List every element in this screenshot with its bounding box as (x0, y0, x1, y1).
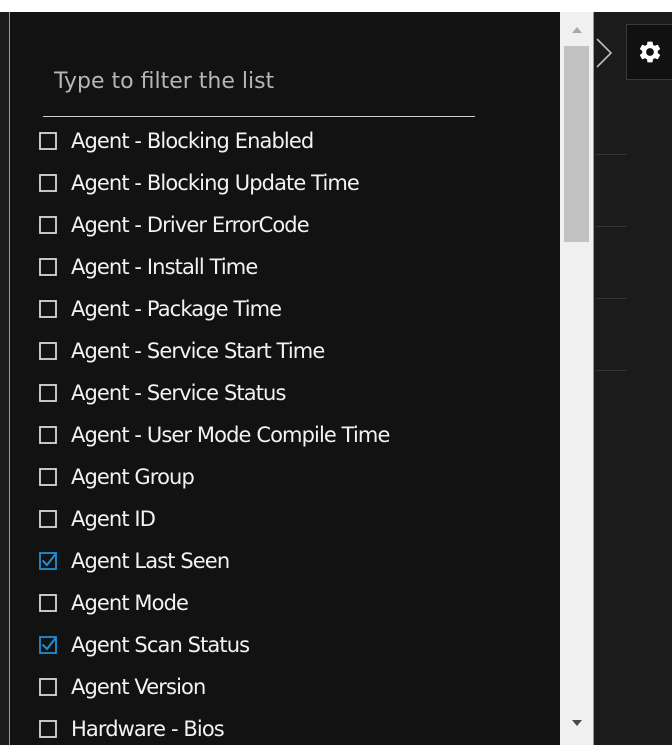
list-item-label: Agent - User Mode Compile Time (71, 423, 390, 447)
list-item-label: Agent Mode (71, 591, 189, 615)
list-item[interactable]: Agent ID (39, 498, 559, 540)
expand-toggle[interactable] (593, 36, 615, 70)
checkbox-icon[interactable] (39, 678, 57, 696)
list-item-label: Agent - Driver ErrorCode (71, 213, 310, 237)
checkbox-icon[interactable] (39, 132, 57, 150)
checkbox-checked-icon[interactable] (39, 552, 57, 570)
checkbox-icon[interactable] (39, 510, 57, 528)
list-item[interactable]: Agent Group (39, 456, 559, 498)
list-item-label: Agent - Blocking Update Time (71, 171, 360, 195)
list-item[interactable]: Agent Last Seen (39, 540, 559, 582)
grid-line (596, 154, 627, 155)
list-item-label: Agent - Service Start Time (71, 339, 325, 363)
gear-icon (639, 41, 660, 63)
checkbox-checked-icon[interactable] (39, 636, 57, 654)
list-item-label: Agent - Blocking Enabled (71, 129, 314, 153)
option-list: Agent - Blocking Enabled Agent - Blocking… (39, 120, 559, 745)
list-item-label: Agent Last Seen (71, 549, 230, 573)
list-item[interactable]: Agent Scan Status (39, 624, 559, 666)
triangle-down-icon (571, 720, 582, 726)
checkbox-icon[interactable] (39, 594, 57, 612)
list-item-label: Hardware - Bios (71, 717, 225, 741)
filter-field (43, 56, 475, 117)
grid-line (596, 226, 627, 227)
list-item-label: Agent - Package Time (71, 297, 282, 321)
checkbox-icon[interactable] (39, 216, 57, 234)
checkbox-icon[interactable] (39, 174, 57, 192)
top-edge-strip (0, 0, 672, 12)
checkbox-icon[interactable] (39, 720, 57, 738)
list-item-label: Agent ID (71, 507, 156, 531)
grid-line (596, 370, 627, 371)
list-item[interactable]: Agent - Install Time (39, 246, 559, 288)
column-filter-dropdown: Agent - Blocking Enabled Agent - Blocking… (9, 12, 594, 745)
list-item[interactable]: Agent Version (39, 666, 559, 708)
list-item[interactable]: Agent - Driver ErrorCode (39, 204, 559, 246)
list-item-label: Agent Version (71, 675, 206, 699)
checkbox-icon[interactable] (39, 468, 57, 486)
list-item[interactable]: Agent - Blocking Enabled (39, 120, 559, 162)
list-item[interactable]: Hardware - Bios (39, 708, 559, 745)
scrollbar[interactable] (560, 12, 593, 745)
checkbox-icon[interactable] (39, 300, 57, 318)
checkbox-icon[interactable] (39, 426, 57, 444)
list-item-label: Agent Group (71, 465, 195, 489)
checkbox-icon[interactable] (39, 384, 57, 402)
scroll-down-button[interactable] (560, 707, 593, 739)
chevron-right-icon (596, 38, 613, 68)
list-item[interactable]: Agent - Service Start Time (39, 330, 559, 372)
scrollbar-thumb[interactable] (564, 46, 589, 242)
checkbox-icon[interactable] (39, 258, 57, 276)
list-item[interactable]: Agent - User Mode Compile Time (39, 414, 559, 456)
list-item[interactable]: Agent - Service Status (39, 372, 559, 414)
triangle-up-icon (571, 27, 582, 33)
checkbox-icon[interactable] (39, 342, 57, 360)
settings-button[interactable] (626, 24, 672, 80)
list-item[interactable]: Agent Mode (39, 582, 559, 624)
scroll-up-button[interactable] (560, 14, 593, 46)
list-item[interactable]: Agent - Package Time (39, 288, 559, 330)
grid-line (596, 298, 627, 299)
filter-input[interactable] (43, 56, 475, 106)
list-item-label: Agent Scan Status (71, 633, 250, 657)
list-item-label: Agent - Install Time (71, 255, 258, 279)
list-item-label: Agent - Service Status (71, 381, 286, 405)
column-picker-screen: Agent - Blocking Enabled Agent - Blocking… (0, 0, 672, 745)
list-item[interactable]: Agent - Blocking Update Time (39, 162, 559, 204)
